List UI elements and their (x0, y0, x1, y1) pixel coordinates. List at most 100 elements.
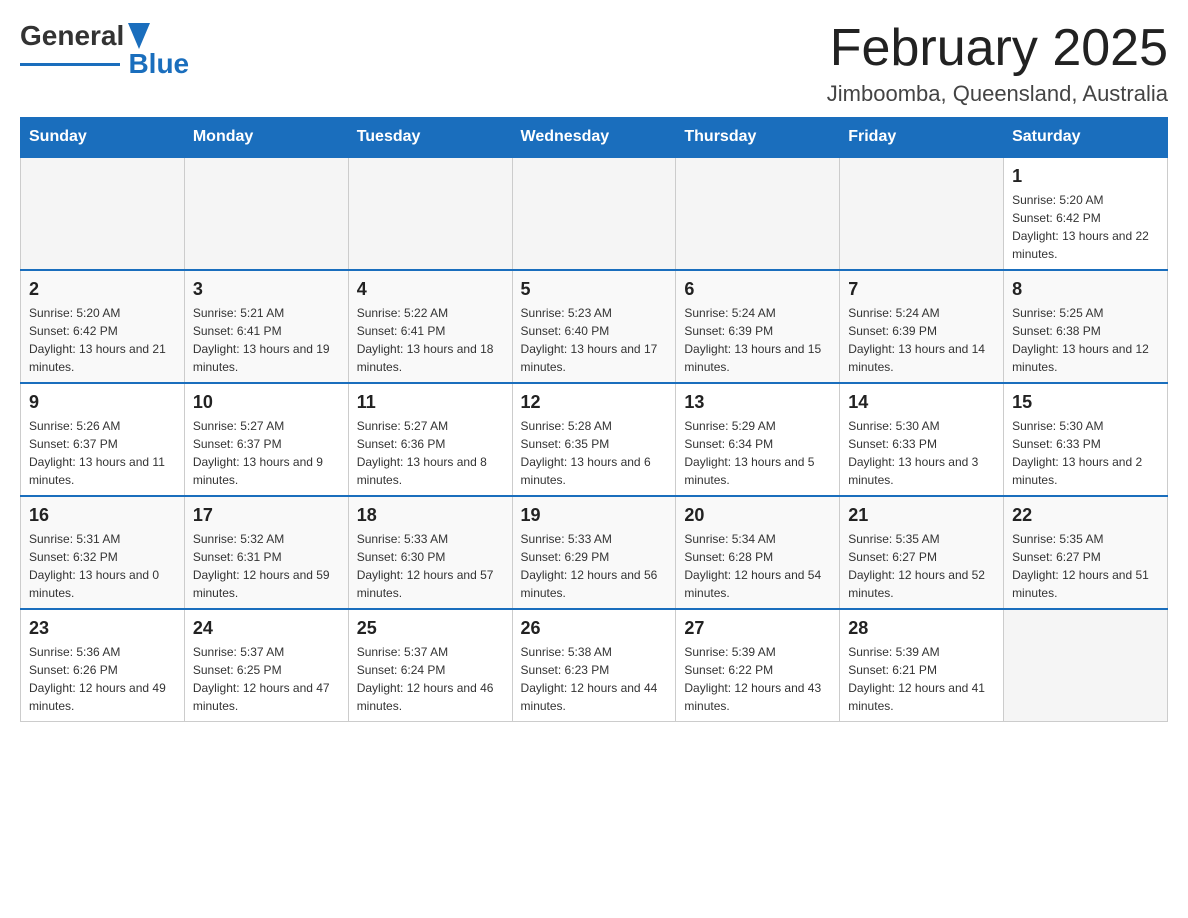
calendar-cell: 4 Sunrise: 5:22 AMSunset: 6:41 PMDaylight… (348, 270, 512, 383)
calendar-cell (348, 157, 512, 270)
calendar-cell: 23 Sunrise: 5:36 AMSunset: 6:26 PMDayligh… (21, 609, 185, 722)
calendar-cell: 24 Sunrise: 5:37 AMSunset: 6:25 PMDayligh… (184, 609, 348, 722)
calendar-cell: 19 Sunrise: 5:33 AMSunset: 6:29 PMDayligh… (512, 496, 676, 609)
calendar-cell: 13 Sunrise: 5:29 AMSunset: 6:34 PMDayligh… (676, 383, 840, 496)
page-subtitle: Jimboomba, Queensland, Australia (827, 81, 1168, 107)
calendar-cell (512, 157, 676, 270)
day-number: 10 (193, 392, 340, 413)
day-info: Sunrise: 5:21 AMSunset: 6:41 PMDaylight:… (193, 304, 340, 376)
day-info: Sunrise: 5:29 AMSunset: 6:34 PMDaylight:… (684, 417, 831, 489)
day-info: Sunrise: 5:33 AMSunset: 6:30 PMDaylight:… (357, 530, 504, 602)
day-info: Sunrise: 5:33 AMSunset: 6:29 PMDaylight:… (521, 530, 668, 602)
calendar-cell: 1 Sunrise: 5:20 AMSunset: 6:42 PMDaylight… (1004, 157, 1168, 270)
day-info: Sunrise: 5:20 AMSunset: 6:42 PMDaylight:… (1012, 191, 1159, 263)
calendar-cell: 18Sunrise: 5:33 AMSunset: 6:30 PMDayligh… (348, 496, 512, 609)
day-info: Sunrise: 5:39 AMSunset: 6:22 PMDaylight:… (684, 643, 831, 715)
day-info: Sunrise: 5:24 AMSunset: 6:39 PMDaylight:… (684, 304, 831, 376)
calendar-cell: 16 Sunrise: 5:31 AMSunset: 6:32 PMDayligh… (21, 496, 185, 609)
calendar-cell: 21 Sunrise: 5:35 AMSunset: 6:27 PMDayligh… (840, 496, 1004, 609)
column-header-tuesday: Tuesday (348, 118, 512, 158)
calendar-cell: 28Sunrise: 5:39 AMSunset: 6:21 PMDayligh… (840, 609, 1004, 722)
calendar-cell: 17 Sunrise: 5:32 AMSunset: 6:31 PMDayligh… (184, 496, 348, 609)
calendar-week-5: 23 Sunrise: 5:36 AMSunset: 6:26 PMDayligh… (21, 609, 1168, 722)
day-number: 2 (29, 279, 176, 300)
day-number: 17 (193, 505, 340, 526)
day-info: Sunrise: 5:24 AMSunset: 6:39 PMDaylight:… (848, 304, 995, 376)
day-number: 27 (684, 618, 831, 639)
column-header-wednesday: Wednesday (512, 118, 676, 158)
calendar-table: SundayMondayTuesdayWednesdayThursdayFrid… (20, 117, 1168, 722)
calendar-cell: 25Sunrise: 5:37 AMSunset: 6:24 PMDayligh… (348, 609, 512, 722)
day-info: Sunrise: 5:35 AMSunset: 6:27 PMDaylight:… (848, 530, 995, 602)
day-info: Sunrise: 5:22 AMSunset: 6:41 PMDaylight:… (357, 304, 504, 376)
calendar-cell: 3 Sunrise: 5:21 AMSunset: 6:41 PMDaylight… (184, 270, 348, 383)
calendar-cell: 15 Sunrise: 5:30 AMSunset: 6:33 PMDayligh… (1004, 383, 1168, 496)
day-number: 15 (1012, 392, 1159, 413)
calendar-cell: 9 Sunrise: 5:26 AMSunset: 6:37 PMDaylight… (21, 383, 185, 496)
day-number: 14 (848, 392, 995, 413)
day-info: Sunrise: 5:38 AMSunset: 6:23 PMDaylight:… (521, 643, 668, 715)
calendar-cell: 2 Sunrise: 5:20 AMSunset: 6:42 PMDaylight… (21, 270, 185, 383)
day-info: Sunrise: 5:39 AMSunset: 6:21 PMDaylight:… (848, 643, 995, 715)
calendar-cell: 14Sunrise: 5:30 AMSunset: 6:33 PMDayligh… (840, 383, 1004, 496)
day-info: Sunrise: 5:23 AMSunset: 6:40 PMDaylight:… (521, 304, 668, 376)
calendar-cell: 26 Sunrise: 5:38 AMSunset: 6:23 PMDayligh… (512, 609, 676, 722)
day-number: 7 (848, 279, 995, 300)
calendar-week-3: 9 Sunrise: 5:26 AMSunset: 6:37 PMDaylight… (21, 383, 1168, 496)
day-info: Sunrise: 5:27 AMSunset: 6:37 PMDaylight:… (193, 417, 340, 489)
day-number: 26 (521, 618, 668, 639)
day-info: Sunrise: 5:20 AMSunset: 6:42 PMDaylight:… (29, 304, 176, 376)
calendar-cell: 27 Sunrise: 5:39 AMSunset: 6:22 PMDayligh… (676, 609, 840, 722)
column-header-saturday: Saturday (1004, 118, 1168, 158)
day-number: 6 (684, 279, 831, 300)
day-info: Sunrise: 5:37 AMSunset: 6:25 PMDaylight:… (193, 643, 340, 715)
day-info: Sunrise: 5:36 AMSunset: 6:26 PMDaylight:… (29, 643, 176, 715)
day-number: 11 (357, 392, 504, 413)
calendar-cell (21, 157, 185, 270)
day-number: 8 (1012, 279, 1159, 300)
column-header-thursday: Thursday (676, 118, 840, 158)
calendar-week-2: 2 Sunrise: 5:20 AMSunset: 6:42 PMDaylight… (21, 270, 1168, 383)
title-block: February 2025 Jimboomba, Queensland, Aus… (827, 20, 1168, 107)
day-info: Sunrise: 5:30 AMSunset: 6:33 PMDaylight:… (1012, 417, 1159, 489)
calendar-cell (676, 157, 840, 270)
day-info: Sunrise: 5:32 AMSunset: 6:31 PMDaylight:… (193, 530, 340, 602)
header-row: SundayMondayTuesdayWednesdayThursdayFrid… (21, 118, 1168, 158)
day-number: 20 (684, 505, 831, 526)
calendar-cell: 20Sunrise: 5:34 AMSunset: 6:28 PMDayligh… (676, 496, 840, 609)
day-number: 16 (29, 505, 176, 526)
day-info: Sunrise: 5:26 AMSunset: 6:37 PMDaylight:… (29, 417, 176, 489)
day-info: Sunrise: 5:35 AMSunset: 6:27 PMDaylight:… (1012, 530, 1159, 602)
day-number: 1 (1012, 166, 1159, 187)
logo-blue-section (128, 23, 150, 49)
calendar-header: SundayMondayTuesdayWednesdayThursdayFrid… (21, 118, 1168, 158)
page-title: February 2025 (827, 20, 1168, 77)
calendar-cell: 22 Sunrise: 5:35 AMSunset: 6:27 PMDayligh… (1004, 496, 1168, 609)
day-info: Sunrise: 5:28 AMSunset: 6:35 PMDaylight:… (521, 417, 668, 489)
calendar-body: 1 Sunrise: 5:20 AMSunset: 6:42 PMDaylight… (21, 157, 1168, 722)
calendar-week-4: 16 Sunrise: 5:31 AMSunset: 6:32 PMDayligh… (21, 496, 1168, 609)
calendar-cell: 6 Sunrise: 5:24 AMSunset: 6:39 PMDaylight… (676, 270, 840, 383)
logo: General Blue (20, 20, 189, 80)
logo-triangle-icon (128, 23, 150, 49)
calendar-cell: 8Sunrise: 5:25 AMSunset: 6:38 PMDaylight… (1004, 270, 1168, 383)
day-number: 13 (684, 392, 831, 413)
column-header-monday: Monday (184, 118, 348, 158)
day-number: 5 (521, 279, 668, 300)
day-number: 22 (1012, 505, 1159, 526)
day-info: Sunrise: 5:31 AMSunset: 6:32 PMDaylight:… (29, 530, 176, 602)
day-number: 23 (29, 618, 176, 639)
day-number: 12 (521, 392, 668, 413)
column-header-sunday: Sunday (21, 118, 185, 158)
calendar-cell (184, 157, 348, 270)
calendar-cell: 7 Sunrise: 5:24 AMSunset: 6:39 PMDaylight… (840, 270, 1004, 383)
calendar-cell: 10 Sunrise: 5:27 AMSunset: 6:37 PMDayligh… (184, 383, 348, 496)
day-number: 24 (193, 618, 340, 639)
day-number: 3 (193, 279, 340, 300)
day-number: 21 (848, 505, 995, 526)
day-number: 4 (357, 279, 504, 300)
day-number: 19 (521, 505, 668, 526)
calendar-week-1: 1 Sunrise: 5:20 AMSunset: 6:42 PMDaylight… (21, 157, 1168, 270)
day-number: 9 (29, 392, 176, 413)
logo-underline (20, 63, 120, 66)
